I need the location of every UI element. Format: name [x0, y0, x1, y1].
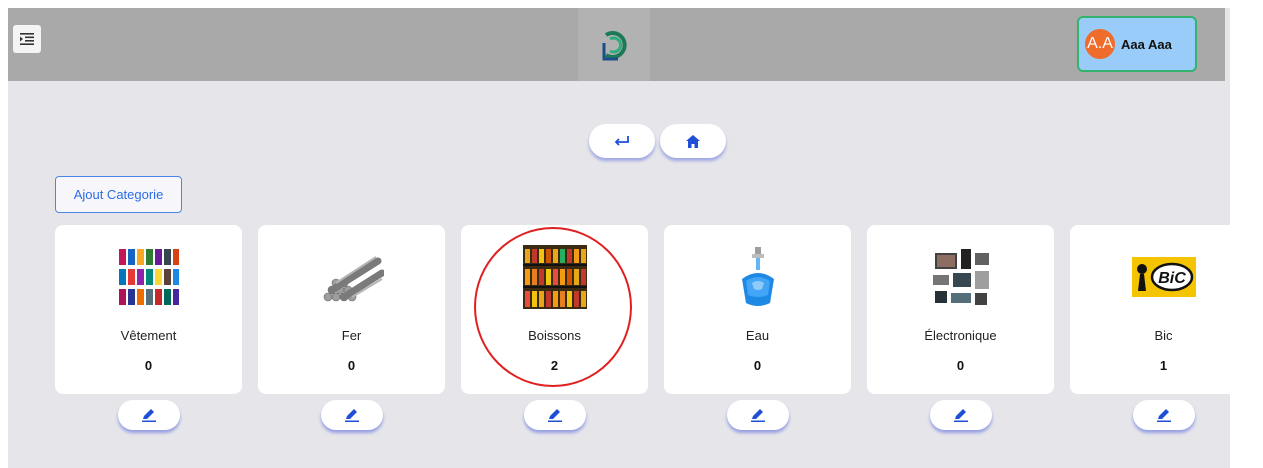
edit-category-button[interactable] — [930, 400, 992, 430]
category-card-eau[interactable]: Eau 0 — [664, 225, 851, 394]
pencil-icon — [345, 409, 359, 422]
category-card-electronique[interactable]: Électronique 0 — [867, 225, 1054, 394]
user-profile-button[interactable]: A.A Aaa Aaa — [1077, 16, 1197, 72]
clothing-image — [117, 245, 181, 309]
category-name: Fer — [341, 328, 362, 343]
edit-category-button[interactable] — [524, 400, 586, 430]
menu-indent-icon — [20, 33, 34, 45]
back-button[interactable] — [589, 124, 655, 158]
avatar: A.A — [1085, 29, 1115, 59]
edit-category-button[interactable] — [727, 400, 789, 430]
svg-text:BiC: BiC — [1158, 270, 1186, 287]
category-name: Eau — [745, 328, 770, 343]
pencil-icon — [954, 409, 968, 422]
app-window: A.A Aaa Aaa Ajout Categorie Vêtement 0 F… — [8, 8, 1257, 468]
category-count: 2 — [550, 358, 559, 373]
edit-category-button[interactable] — [1133, 400, 1195, 430]
home-icon — [686, 134, 700, 148]
category-name: Bic — [1154, 328, 1173, 343]
edit-category-button[interactable] — [321, 400, 383, 430]
pencil-icon — [751, 409, 765, 422]
category-count: 0 — [753, 358, 762, 373]
edit-category-button[interactable] — [118, 400, 180, 430]
home-button[interactable] — [660, 124, 726, 158]
category-name: Boissons — [528, 328, 581, 343]
category-card-bic[interactable]: BiC Bic 1 — [1070, 225, 1257, 394]
category-count: 0 — [347, 358, 356, 373]
pencil-icon — [1157, 409, 1171, 422]
category-name: Électronique — [924, 328, 997, 343]
top-header: A.A Aaa Aaa — [8, 8, 1225, 81]
category-card-boissons[interactable]: Boissons 2 — [461, 225, 648, 394]
water-faucet-image — [726, 245, 790, 309]
category-count: 0 — [144, 358, 153, 373]
category-card-vetement[interactable]: Vêtement 0 — [55, 225, 242, 394]
category-count: 0 — [956, 358, 965, 373]
steel-rods-image — [320, 245, 384, 309]
drinks-shelf-image — [523, 245, 587, 309]
category-count: 1 — [1159, 358, 1168, 373]
pencil-icon — [142, 409, 156, 422]
category-card-fer[interactable]: Fer 0 — [258, 225, 445, 394]
return-arrow-icon — [614, 136, 629, 146]
category-name: Vêtement — [120, 328, 177, 343]
app-logo[interactable] — [578, 8, 650, 81]
menu-toggle-button[interactable] — [13, 25, 41, 53]
electronics-image — [929, 245, 993, 309]
user-name: Aaa Aaa — [1121, 36, 1172, 52]
bic-logo-image: BiC — [1132, 257, 1196, 297]
add-category-button[interactable]: Ajout Categorie — [55, 176, 182, 213]
pencil-icon — [548, 409, 562, 422]
logo-icon — [602, 30, 627, 60]
